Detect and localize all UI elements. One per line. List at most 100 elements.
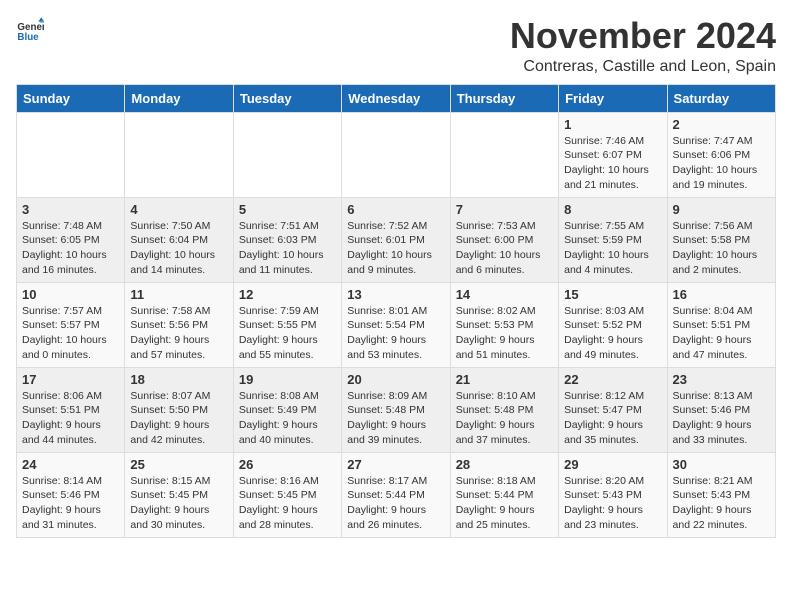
calendar-cell: 23Sunrise: 8:13 AM Sunset: 5:46 PM Dayli… <box>667 367 775 452</box>
calendar-cell <box>17 112 125 197</box>
logo: General Blue <box>16 16 44 44</box>
day-number: 10 <box>22 287 119 302</box>
calendar-week-3: 10Sunrise: 7:57 AM Sunset: 5:57 PM Dayli… <box>17 282 776 367</box>
day-number: 20 <box>347 372 444 387</box>
calendar-cell: 15 Sunrise: 8:03 AM Sunset: 5:52 PM Dayli… <box>559 282 667 367</box>
calendar-cell: 2 Sunrise: 7:47 AM Sunset: 6:06 PM Daylig… <box>667 112 775 197</box>
day-info: Sunrise: 7:51 AM Sunset: 6:03 PM Dayligh… <box>239 219 336 278</box>
day-info: Sunrise: 8:20 AM Sunset: 5:43 PM Dayligh… <box>564 474 661 533</box>
day-info: Sunrise: 7:47 AM Sunset: 6:06 PM Dayligh… <box>673 134 770 193</box>
day-number: 25 <box>130 457 227 472</box>
title-section: November 2024 Contreras, Castille and Le… <box>510 16 776 76</box>
calendar-cell: 11Sunrise: 7:58 AM Sunset: 5:56 PM Dayli… <box>125 282 233 367</box>
day-info: Sunrise: 8:16 AM Sunset: 5:45 PM Dayligh… <box>239 474 336 533</box>
calendar-cell: 20 Sunrise: 8:09 AM Sunset: 5:48 PM Dayli… <box>342 367 450 452</box>
day-number: 13 <box>347 287 444 302</box>
calendar-cell <box>125 112 233 197</box>
day-info: Sunrise: 8:10 AM Sunset: 5:48 PM Dayligh… <box>456 389 553 448</box>
day-info: Sunrise: 8:09 AM Sunset: 5:48 PM Dayligh… <box>347 389 444 448</box>
day-number: 29 <box>564 457 661 472</box>
day-number: 7 <box>456 202 553 217</box>
calendar-cell: 22 Sunrise: 8:12 AM Sunset: 5:47 PM Dayli… <box>559 367 667 452</box>
calendar-cell: 9Sunrise: 7:56 AM Sunset: 5:58 PM Daylig… <box>667 197 775 282</box>
calendar-week-4: 17 Sunrise: 8:06 AM Sunset: 5:51 PM Dayli… <box>17 367 776 452</box>
calendar-cell: 5 Sunrise: 7:51 AM Sunset: 6:03 PM Daylig… <box>233 197 341 282</box>
calendar-cell: 10Sunrise: 7:57 AM Sunset: 5:57 PM Dayli… <box>17 282 125 367</box>
day-number: 11 <box>130 287 227 302</box>
day-number: 4 <box>130 202 227 217</box>
weekday-header-wednesday: Wednesday <box>342 84 450 112</box>
day-number: 6 <box>347 202 444 217</box>
day-number: 27 <box>347 457 444 472</box>
calendar-cell: 14Sunrise: 8:02 AM Sunset: 5:53 PM Dayli… <box>450 282 558 367</box>
weekday-header-sunday: Sunday <box>17 84 125 112</box>
day-info: Sunrise: 7:56 AM Sunset: 5:58 PM Dayligh… <box>673 219 770 278</box>
calendar-cell: 12 Sunrise: 7:59 AM Sunset: 5:55 PM Dayli… <box>233 282 341 367</box>
calendar-cell: 19 Sunrise: 8:08 AM Sunset: 5:49 PM Dayli… <box>233 367 341 452</box>
calendar-cell: 8Sunrise: 7:55 AM Sunset: 5:59 PM Daylig… <box>559 197 667 282</box>
calendar-week-2: 3 Sunrise: 7:48 AM Sunset: 6:05 PM Daylig… <box>17 197 776 282</box>
calendar-cell: 30 Sunrise: 8:21 AM Sunset: 5:43 PM Dayli… <box>667 452 775 537</box>
day-info: Sunrise: 8:12 AM Sunset: 5:47 PM Dayligh… <box>564 389 661 448</box>
weekday-header-friday: Friday <box>559 84 667 112</box>
calendar-cell: 17 Sunrise: 8:06 AM Sunset: 5:51 PM Dayli… <box>17 367 125 452</box>
calendar-cell: 13 Sunrise: 8:01 AM Sunset: 5:54 PM Dayli… <box>342 282 450 367</box>
calendar-cell: 24Sunrise: 8:14 AM Sunset: 5:46 PM Dayli… <box>17 452 125 537</box>
day-number: 2 <box>673 117 770 132</box>
calendar-body: 1 Sunrise: 7:46 AM Sunset: 6:07 PM Daylig… <box>17 112 776 537</box>
day-number: 14 <box>456 287 553 302</box>
calendar-header: SundayMondayTuesdayWednesdayThursdayFrid… <box>17 84 776 112</box>
day-info: Sunrise: 8:01 AM Sunset: 5:54 PM Dayligh… <box>347 304 444 363</box>
day-info: Sunrise: 7:52 AM Sunset: 6:01 PM Dayligh… <box>347 219 444 278</box>
day-info: Sunrise: 8:15 AM Sunset: 5:45 PM Dayligh… <box>130 474 227 533</box>
location-title: Contreras, Castille and Leon, Spain <box>510 58 776 76</box>
day-info: Sunrise: 8:07 AM Sunset: 5:50 PM Dayligh… <box>130 389 227 448</box>
day-info: Sunrise: 8:08 AM Sunset: 5:49 PM Dayligh… <box>239 389 336 448</box>
calendar-cell: 27Sunrise: 8:17 AM Sunset: 5:44 PM Dayli… <box>342 452 450 537</box>
day-number: 17 <box>22 372 119 387</box>
day-info: Sunrise: 8:18 AM Sunset: 5:44 PM Dayligh… <box>456 474 553 533</box>
header: General Blue November 2024 Contreras, Ca… <box>16 16 776 76</box>
day-info: Sunrise: 7:59 AM Sunset: 5:55 PM Dayligh… <box>239 304 336 363</box>
calendar-cell <box>233 112 341 197</box>
day-number: 24 <box>22 457 119 472</box>
day-info: Sunrise: 8:21 AM Sunset: 5:43 PM Dayligh… <box>673 474 770 533</box>
calendar-cell: 3 Sunrise: 7:48 AM Sunset: 6:05 PM Daylig… <box>17 197 125 282</box>
calendar-cell: 16Sunrise: 8:04 AM Sunset: 5:51 PM Dayli… <box>667 282 775 367</box>
weekday-header-monday: Monday <box>125 84 233 112</box>
day-info: Sunrise: 7:55 AM Sunset: 5:59 PM Dayligh… <box>564 219 661 278</box>
day-info: Sunrise: 7:50 AM Sunset: 6:04 PM Dayligh… <box>130 219 227 278</box>
day-info: Sunrise: 8:06 AM Sunset: 5:51 PM Dayligh… <box>22 389 119 448</box>
calendar-cell <box>450 112 558 197</box>
day-number: 16 <box>673 287 770 302</box>
calendar-cell: 6 Sunrise: 7:52 AM Sunset: 6:01 PM Daylig… <box>342 197 450 282</box>
day-number: 21 <box>456 372 553 387</box>
day-info: Sunrise: 7:46 AM Sunset: 6:07 PM Dayligh… <box>564 134 661 193</box>
calendar-week-5: 24Sunrise: 8:14 AM Sunset: 5:46 PM Dayli… <box>17 452 776 537</box>
svg-text:Blue: Blue <box>17 32 39 43</box>
calendar-cell: 18 Sunrise: 8:07 AM Sunset: 5:50 PM Dayli… <box>125 367 233 452</box>
calendar-cell: 28Sunrise: 8:18 AM Sunset: 5:44 PM Dayli… <box>450 452 558 537</box>
day-number: 18 <box>130 372 227 387</box>
logo-icon: General Blue <box>16 16 44 44</box>
day-info: Sunrise: 7:48 AM Sunset: 6:05 PM Dayligh… <box>22 219 119 278</box>
month-title: November 2024 <box>510 16 776 56</box>
calendar-table: SundayMondayTuesdayWednesdayThursdayFrid… <box>16 84 776 538</box>
weekday-header-tuesday: Tuesday <box>233 84 341 112</box>
day-number: 5 <box>239 202 336 217</box>
day-number: 15 <box>564 287 661 302</box>
day-number: 30 <box>673 457 770 472</box>
day-number: 19 <box>239 372 336 387</box>
day-number: 3 <box>22 202 119 217</box>
day-number: 1 <box>564 117 661 132</box>
calendar-cell: 4 Sunrise: 7:50 AM Sunset: 6:04 PM Daylig… <box>125 197 233 282</box>
day-number: 26 <box>239 457 336 472</box>
calendar-cell: 1 Sunrise: 7:46 AM Sunset: 6:07 PM Daylig… <box>559 112 667 197</box>
day-info: Sunrise: 8:13 AM Sunset: 5:46 PM Dayligh… <box>673 389 770 448</box>
day-info: Sunrise: 8:03 AM Sunset: 5:52 PM Dayligh… <box>564 304 661 363</box>
calendar-cell: 7 Sunrise: 7:53 AM Sunset: 6:00 PM Daylig… <box>450 197 558 282</box>
day-info: Sunrise: 7:53 AM Sunset: 6:00 PM Dayligh… <box>456 219 553 278</box>
day-number: 12 <box>239 287 336 302</box>
day-number: 22 <box>564 372 661 387</box>
calendar-cell: 21 Sunrise: 8:10 AM Sunset: 5:48 PM Dayli… <box>450 367 558 452</box>
